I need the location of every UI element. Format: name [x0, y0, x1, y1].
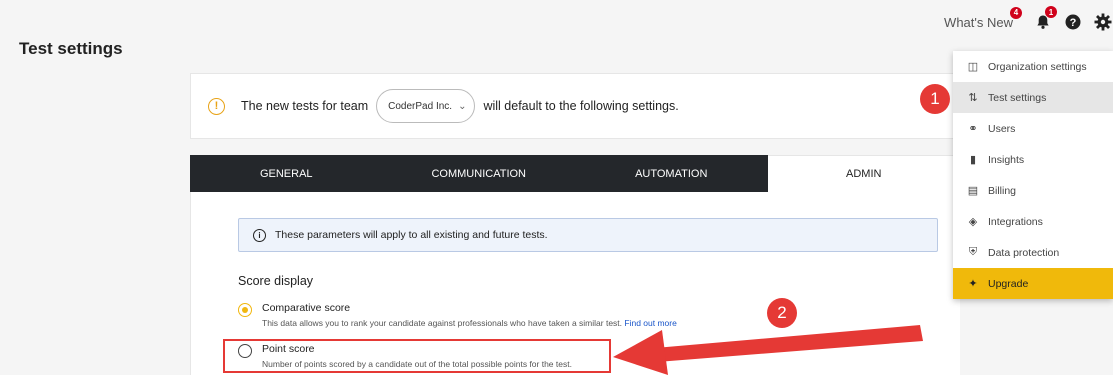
annotation-arrow: [613, 325, 923, 375]
arrow-shaft: [655, 325, 923, 362]
step-2-marker: 2: [767, 298, 797, 328]
arrow-head: [613, 330, 668, 375]
step-1-marker: 1: [920, 84, 950, 114]
